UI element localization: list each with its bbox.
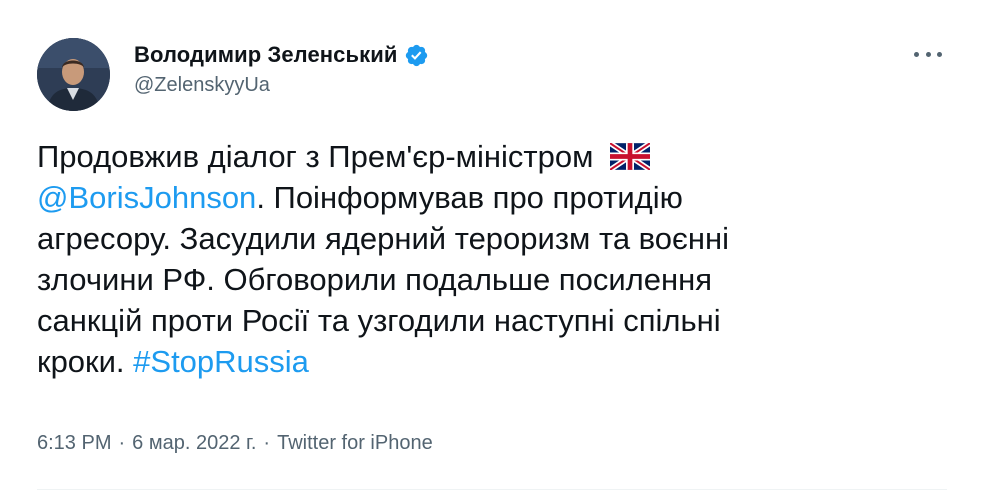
tweet-text-segment: . Поінформував про протидію bbox=[256, 180, 683, 215]
uk-flag-icon bbox=[608, 139, 652, 173]
tweet-text-segment: санкцій проти Росії та узгодили наступні… bbox=[37, 303, 721, 338]
hashtag-link[interactable]: #StopRussia bbox=[133, 344, 309, 379]
avatar[interactable] bbox=[37, 38, 110, 111]
tweet-card: Володимир Зеленський @ZelenskyyUa Продов… bbox=[0, 0, 984, 494]
more-options-icon[interactable] bbox=[914, 44, 942, 64]
tweet-date[interactable]: 6 мар. 2022 г. bbox=[132, 432, 256, 455]
tweet-time[interactable]: 6:13 PM bbox=[37, 432, 111, 455]
tweet-source[interactable]: Twitter for iPhone bbox=[277, 432, 433, 455]
author-name-row: Володимир Зеленський bbox=[134, 40, 429, 70]
tweet-text-segment: Продовжив діалог з Прем'єр-міністром bbox=[37, 139, 594, 174]
verified-badge-icon bbox=[404, 43, 429, 68]
meta-separator: · bbox=[118, 432, 126, 454]
tweet-line-6: кроки. #StopRussia bbox=[37, 341, 937, 382]
tweet-line-3: агресору. Засудили ядерний тероризм та в… bbox=[37, 218, 937, 259]
tweet-text-segment: злочини РФ. Обговорили подальше посиленн… bbox=[37, 262, 713, 297]
tweet-line-4: злочини РФ. Обговорили подальше посиленн… bbox=[37, 259, 937, 300]
tweet-text-segment: агресору. Засудили ядерний тероризм та в… bbox=[37, 221, 729, 256]
author-handle[interactable]: @ZelenskyyUa bbox=[134, 74, 270, 97]
divider bbox=[37, 489, 947, 490]
tweet-text-segment: кроки. bbox=[37, 344, 134, 379]
author-display-name[interactable]: Володимир Зеленський bbox=[134, 42, 398, 68]
tweet-line-2: @BorisJohnson. Поінформував про протидію bbox=[37, 177, 937, 218]
mention-link[interactable]: @BorisJohnson bbox=[37, 180, 256, 215]
meta-separator: · bbox=[263, 432, 271, 454]
tweet-line-1: Продовжив діалог з Прем'єр-міністром bbox=[37, 136, 937, 177]
tweet-text: Продовжив діалог з Прем'єр-міністром @Bo… bbox=[37, 136, 937, 382]
tweet-line-5: санкцій проти Росії та узгодили наступні… bbox=[37, 300, 937, 341]
tweet-meta: 6:13 PM · 6 мар. 2022 г. · Twitter for i… bbox=[37, 432, 433, 455]
